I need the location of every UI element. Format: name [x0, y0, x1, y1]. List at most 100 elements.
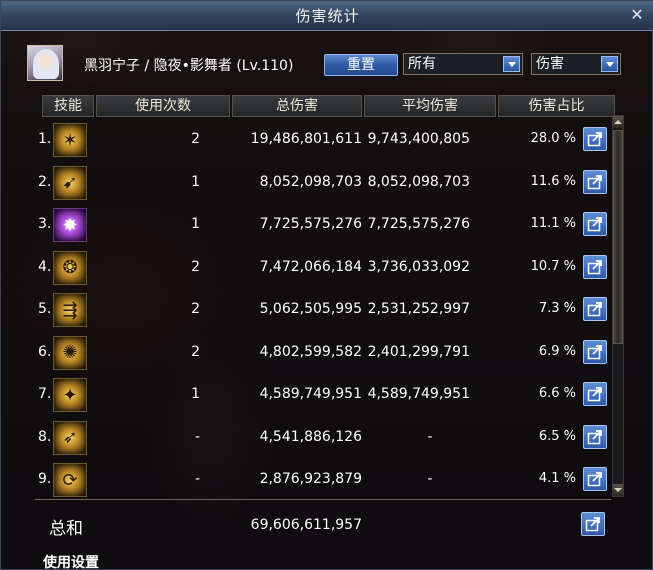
row-damage-pct: 28.0 % — [530, 131, 576, 146]
table-row[interactable]: 4. ❂ 2 7,472,066,184 3,736,033,092 10.7 % — [28, 247, 614, 289]
row-rank: 3. — [38, 216, 52, 232]
row-rank: 2. — [38, 173, 52, 190]
avatar — [27, 45, 63, 81]
row-total-damage: 7,472,066,184 — [259, 258, 362, 275]
share-row-button[interactable] — [583, 382, 607, 406]
share-row-button[interactable] — [583, 169, 607, 194]
column-header-pct[interactable]: 伤害占比 — [498, 95, 615, 117]
share-icon — [587, 302, 602, 317]
share-icon — [585, 517, 600, 532]
window-titlebar[interactable]: 伤害统计 ✕ — [1, 1, 653, 31]
reset-button[interactable]: 重置 — [324, 54, 398, 76]
share-row-button[interactable] — [583, 467, 607, 491]
table-scrollbar[interactable] — [612, 115, 624, 497]
share-icon — [587, 387, 602, 402]
row-uses: 2 — [191, 301, 200, 317]
row-total-damage: 19,486,801,611 — [250, 131, 362, 147]
row-damage-pct: 6.6 % — [538, 386, 576, 401]
row-uses: 2 — [191, 343, 200, 360]
whirl-arrow-icon: ⟳ — [53, 463, 87, 497]
dagger-throw-icon: ⇶ — [53, 293, 87, 327]
chevron-down-icon[interactable] — [503, 56, 520, 72]
row-rank: 7. — [38, 386, 52, 402]
share-icon — [587, 217, 602, 232]
share-icon — [587, 429, 602, 444]
claw-slash-icon: ✶ — [53, 123, 87, 157]
scroll-up-icon[interactable] — [613, 116, 623, 128]
share-row-button[interactable] — [583, 339, 607, 364]
character-name: 黑羽宁子 / 隐夜•影舞者 (Lv.110) — [84, 58, 294, 74]
row-uses: - — [194, 471, 200, 487]
table-row[interactable]: 9. ⟳ - 2,876,923,879 - 4.1 % — [28, 459, 614, 501]
row-rank: 4. — [38, 258, 52, 275]
row-avg-damage: 8,052,098,703 — [367, 173, 470, 190]
row-damage-pct: 6.5 % — [538, 428, 576, 444]
row-rank: 8. — [38, 428, 52, 445]
table-row[interactable]: 2. ➹ 1 8,052,098,703 8,052,098,703 11.6 % — [28, 162, 614, 204]
share-row-button[interactable] — [583, 297, 607, 321]
row-total-damage: 5,062,505,995 — [259, 301, 362, 317]
wing-dance-icon: ✦ — [53, 378, 87, 412]
column-header-skill[interactable]: 技能 — [42, 95, 94, 117]
scroll-down-icon[interactable] — [613, 484, 623, 496]
damage-stats-window: 伤害统计 ✕ 黑羽宁子 / 隐夜•影舞者 (Lv.110) 重置 所有 伤害 技… — [0, 0, 653, 570]
row-uses: 2 — [191, 131, 200, 147]
damage-table: 技能 使用次数 总伤害 平均伤害 伤害占比 1. ✶ 2 19,486,801,611… — [28, 95, 626, 498]
row-damage-pct: 7.3 % — [538, 301, 576, 316]
blade-sweep-icon: ➹ — [53, 165, 87, 200]
share-row-button[interactable] — [583, 254, 607, 279]
share-icon — [587, 174, 602, 189]
table-row[interactable]: 6. ✺ 2 4,802,599,582 2,401,299,791 6.9 % — [28, 332, 614, 374]
row-rank: 5. — [38, 301, 52, 317]
row-uses: - — [194, 428, 200, 445]
row-damage-pct: 4.1 % — [538, 471, 576, 486]
table-row[interactable]: 8. ➶ - 4,541,886,126 - 6.5 % — [28, 417, 614, 459]
row-rank: 1. — [38, 131, 52, 147]
table-row[interactable]: 5. ⇶ 2 5,062,505,995 2,531,252,997 7.3 % — [28, 289, 614, 331]
row-total-damage: 4,541,886,126 — [259, 428, 362, 445]
row-total-damage: 8,052,098,703 — [259, 173, 362, 190]
summary-label: 总和 — [49, 519, 83, 539]
share-icon — [587, 259, 602, 274]
row-uses: 1 — [191, 216, 200, 232]
metric-dropdown[interactable]: 伤害 — [531, 53, 621, 75]
row-damage-pct: 10.7 % — [530, 258, 576, 274]
share-icon — [587, 132, 602, 147]
row-damage-pct: 11.6 % — [530, 173, 576, 189]
table-row[interactable]: 3. ✸ 1 7,725,575,276 7,725,575,276 11.1 % — [28, 204, 614, 246]
column-header-uses[interactable]: 使用次数 — [96, 95, 230, 117]
table-row[interactable]: 7. ✦ 1 4,589,749,951 4,589,749,951 6.6 % — [28, 374, 614, 416]
spin-strike-icon: ❂ — [53, 250, 87, 285]
star-flash-icon: ✺ — [53, 335, 87, 370]
row-total-damage: 4,589,749,951 — [259, 386, 362, 402]
row-avg-damage: 4,589,749,951 — [367, 386, 470, 402]
summary-total: 69,606,611,957 — [250, 517, 362, 533]
metric-dropdown-value: 伤害 — [536, 56, 564, 72]
row-avg-damage: 3,736,033,092 — [367, 258, 470, 275]
row-avg-damage: - — [427, 428, 433, 445]
row-rank: 9. — [38, 471, 52, 487]
row-damage-pct: 6.9 % — [538, 343, 576, 359]
row-avg-damage: 2,401,299,791 — [367, 343, 470, 360]
row-avg-damage: 9,743,400,805 — [367, 131, 470, 147]
shadow-burst-icon: ✸ — [53, 208, 87, 242]
row-uses: 2 — [191, 258, 200, 275]
row-total-damage: 7,725,575,276 — [259, 216, 362, 232]
share-summary-button[interactable] — [581, 512, 605, 536]
row-total-damage: 4,802,599,582 — [259, 343, 362, 360]
chevron-down-icon[interactable] — [601, 56, 618, 72]
row-total-damage: 2,876,923,879 — [259, 471, 362, 487]
usage-settings-label[interactable]: 使用设置 — [43, 552, 99, 570]
column-header-total[interactable]: 总伤害 — [232, 95, 362, 117]
scroll-thumb[interactable] — [613, 130, 623, 344]
character-header: 黑羽宁子 / 隐夜•影舞者 (Lv.110) 重置 所有 伤害 — [1, 43, 653, 83]
filter-dropdown[interactable]: 所有 — [403, 53, 523, 75]
row-damage-pct: 11.1 % — [530, 216, 576, 231]
share-row-button[interactable] — [583, 127, 607, 151]
column-header-avg[interactable]: 平均伤害 — [364, 95, 496, 117]
share-row-button[interactable] — [583, 424, 607, 449]
row-uses: 1 — [191, 386, 200, 402]
table-row[interactable]: 1. ✶ 2 19,486,801,611 9,743,400,805 28.0 % — [28, 119, 614, 161]
share-row-button[interactable] — [583, 212, 607, 236]
close-icon[interactable]: ✕ — [628, 6, 646, 24]
